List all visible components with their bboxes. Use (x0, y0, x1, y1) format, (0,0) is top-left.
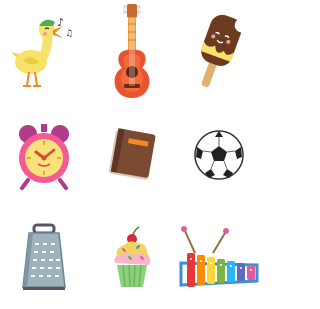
book-icon (108, 127, 156, 180)
singing-duck-icon: ♪ ♫ (11, 16, 73, 87)
tile-duck[interactable]: ♪ ♫ (0, 0, 88, 103)
xylophone-icon (179, 225, 259, 287)
tile-book[interactable] (88, 103, 176, 206)
tile-soccer-ball[interactable] (175, 103, 263, 206)
svg-text:♫: ♫ (65, 29, 73, 39)
soccer-ball-icon (194, 129, 244, 180)
alarm-clock-icon (19, 123, 69, 190)
picture-grid: ♪ ♫ (0, 0, 263, 309)
tile-xylophone[interactable] (175, 206, 263, 309)
grater-icon (22, 223, 66, 290)
ice-cream-bar-icon (200, 14, 249, 87)
tile-grater[interactable] (0, 206, 88, 309)
tile-guitar[interactable] (88, 0, 176, 103)
cupcake-icon (114, 225, 151, 287)
tile-alarm-clock[interactable] (0, 103, 88, 206)
tile-ice-cream[interactable] (175, 0, 263, 103)
guitar-icon (114, 3, 150, 98)
tile-cupcake[interactable] (88, 206, 176, 309)
